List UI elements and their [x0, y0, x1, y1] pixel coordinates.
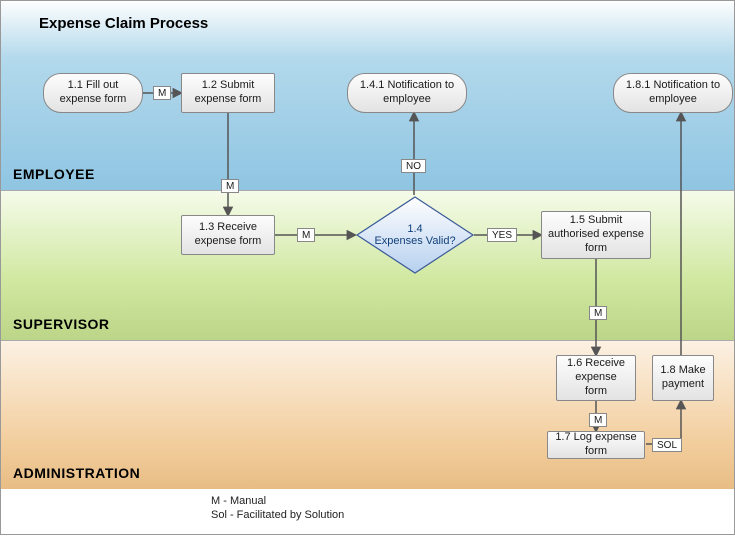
- node-text: 1.4.1 Notification to employee: [354, 79, 460, 107]
- legend-line-m: M - Manual: [211, 494, 344, 508]
- edge-label-yes: YES: [487, 228, 517, 242]
- edge-label-no: NO: [401, 159, 426, 173]
- node-text: 1.8 Make payment: [659, 364, 707, 392]
- lane-label-employee: EMPLOYEE: [13, 166, 95, 182]
- node-make-payment: 1.8 Make payment: [652, 355, 714, 401]
- edge-label-m: M: [221, 179, 239, 193]
- node-notification-1: 1.4.1 Notification to employee: [347, 73, 467, 113]
- node-receive-form-admin: 1.6 Receive expense form: [556, 355, 636, 401]
- node-text: 1.5 Submit authorised expense form: [548, 214, 644, 255]
- edge-label-m: M: [297, 228, 315, 242]
- lane-label-admin: ADMINISTRATION: [13, 465, 140, 481]
- node-text: 1.1 Fill out expense form: [50, 79, 136, 107]
- edge-label-m: M: [153, 86, 171, 100]
- lane-label-supervisor: SUPERVISOR: [13, 316, 110, 332]
- node-submit-form: 1.2 Submit expense form: [181, 73, 275, 113]
- legend: M - Manual Sol - Facilitated by Solution: [211, 494, 344, 523]
- node-text: 1.7 Log expense form: [554, 431, 638, 459]
- edge-label-m: M: [589, 306, 607, 320]
- edge-label-sol: SOL: [652, 438, 682, 452]
- legend-line-sol: Sol - Facilitated by Solution: [211, 508, 344, 522]
- node-submit-authorised: 1.5 Submit authorised expense form: [541, 211, 651, 259]
- edge-label-m: M: [589, 413, 607, 427]
- node-text: 1.2 Submit expense form: [188, 79, 268, 107]
- node-notification-2: 1.8.1 Notification to employee: [613, 73, 733, 113]
- node-text: 1.6 Receive expense form: [563, 357, 629, 398]
- decision-text: 1.4 Expenses Valid?: [355, 195, 475, 275]
- node-log-form: 1.7 Log expense form: [547, 431, 645, 459]
- node-fill-out-form: 1.1 Fill out expense form: [43, 73, 143, 113]
- node-text: 1.3 Receive expense form: [188, 221, 268, 249]
- node-text: 1.8.1 Notification to employee: [620, 79, 726, 107]
- diagram-title: Expense Claim Process: [39, 15, 208, 32]
- node-receive-form-sup: 1.3 Receive expense form: [181, 215, 275, 255]
- node-decision-valid: 1.4 Expenses Valid?: [355, 195, 475, 275]
